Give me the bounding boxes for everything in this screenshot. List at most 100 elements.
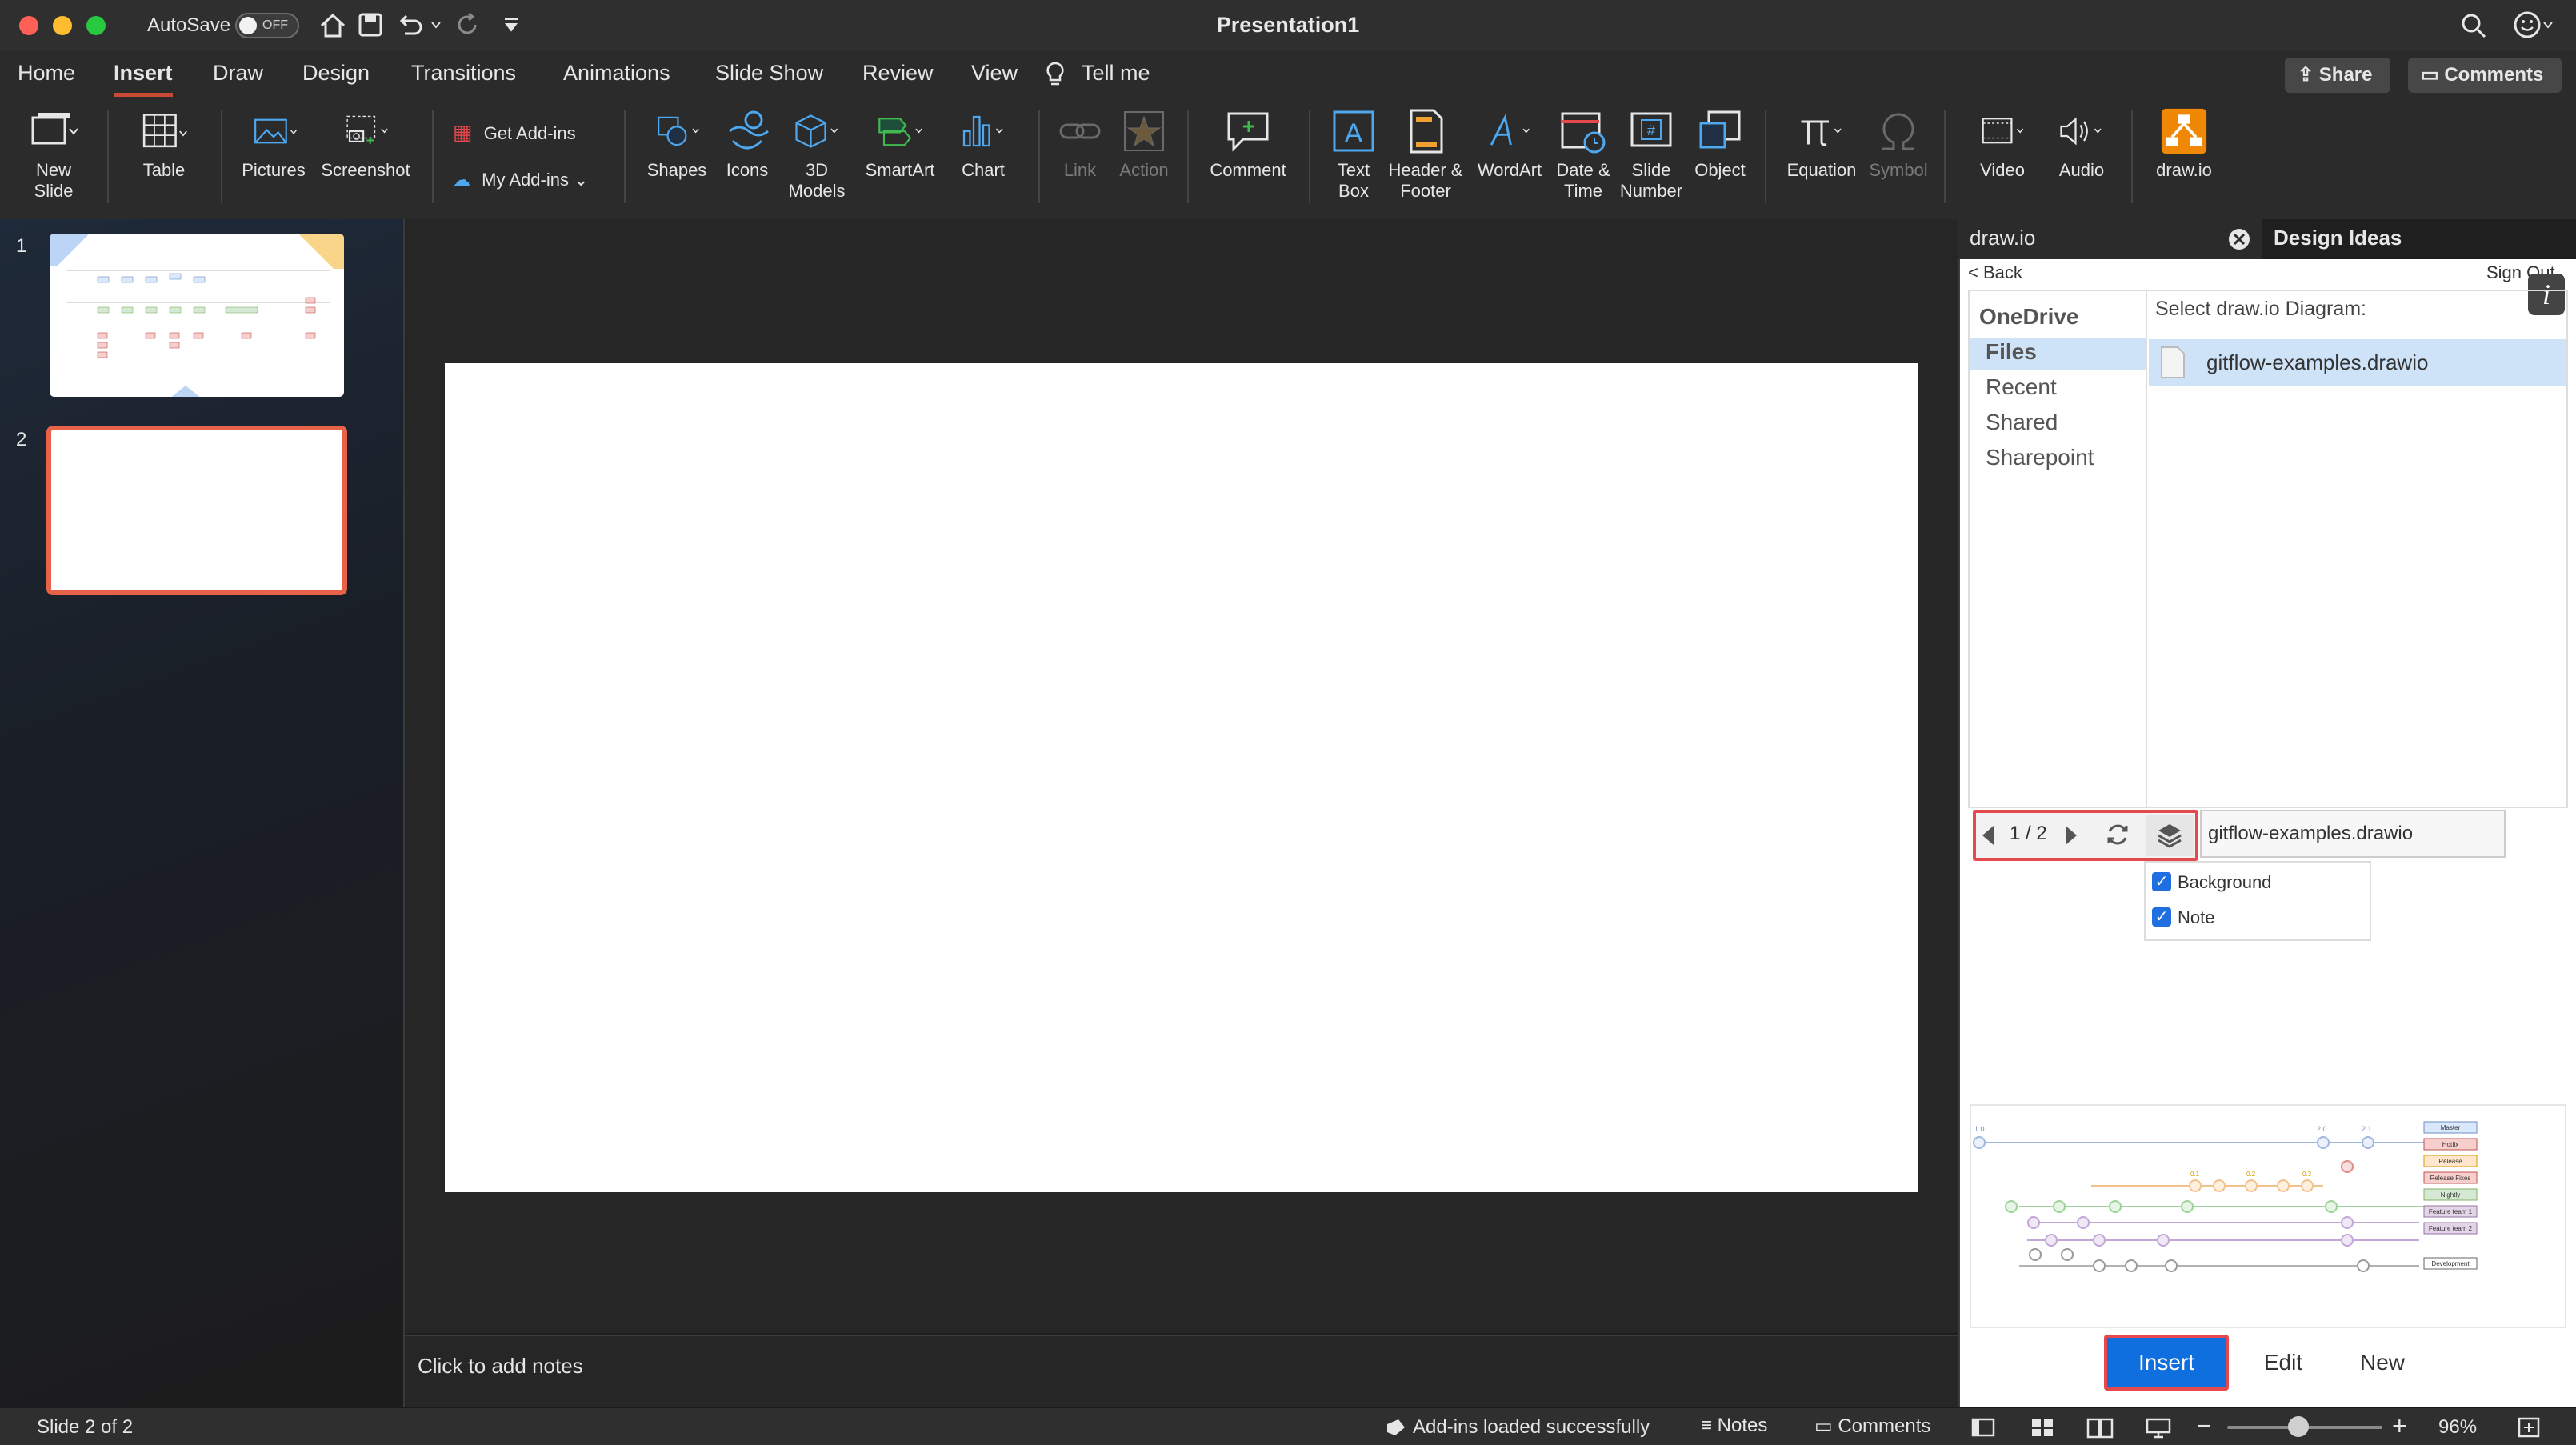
insert-ribbon: New Slide Table Pictures Screenshot ▦ Ge… [0,99,2576,221]
notes-pane[interactable]: Click to add notes [405,1335,1958,1408]
note-layer-label: Note [2178,907,2215,927]
zoom-in-button[interactable]: + [2392,1411,2407,1441]
drawio-addin-button[interactable]: draw.io [2144,107,2224,181]
reading-view-icon[interactable] [2086,1416,2114,1439]
symbol-button[interactable]: Symbol [1862,107,1934,181]
new-button[interactable]: New [2341,1338,2424,1387]
normal-view-icon[interactable] [1971,1416,1995,1439]
back-link[interactable]: < Back [1968,262,2022,283]
search-icon[interactable] [2459,11,2488,40]
date-time-button[interactable]: Date & Time [1547,107,1619,202]
3d-models-button[interactable]: 3D Models [781,107,853,202]
action-button[interactable]: Action [1112,107,1176,181]
link-button[interactable]: Link [1048,107,1112,181]
background-layer-checkbox[interactable]: ✓ [2152,872,2171,891]
tab-design-ideas[interactable]: Design Ideas [2262,219,2576,259]
zoom-out-button[interactable]: − [2197,1413,2211,1440]
tab-review[interactable]: Review [862,61,934,86]
addins-status: Add-ins loaded successfully [1413,1416,1650,1438]
slide-canvas[interactable] [445,363,1918,1192]
icons-button[interactable]: Icons [717,107,778,181]
title-bar: AutoSave OFF Presentation1 [0,0,2576,51]
refresh-icon[interactable] [2104,821,2131,848]
new-slide-button[interactable]: New Slide [18,107,90,202]
close-pane-icon[interactable] [2227,227,2251,251]
separator [221,110,222,203]
file-icon [2161,346,2185,378]
insert-button[interactable]: Insert [2104,1335,2229,1391]
tell-me-input[interactable]: Tell me [1082,61,1150,86]
screenshot-button[interactable]: Screenshot [318,107,413,181]
source-recent[interactable]: Recent [1986,374,2057,400]
text-box-button[interactable]: A Text Box [1322,107,1386,202]
text-box-label-1: Text [1337,160,1370,180]
source-shared[interactable]: Shared [1986,410,2058,435]
layers-button[interactable] [2146,815,2194,856]
tab-insert[interactable]: Insert [114,61,173,97]
page-indicator: 1 / 2 [2010,823,2047,844]
comments-button[interactable]: ▭ Comments [2408,58,2562,93]
next-page-icon[interactable] [2062,824,2080,847]
share-button[interactable]: ⇪ Share [2285,58,2390,93]
file-name: gitflow-examples.drawio [2206,350,2429,374]
edit-button[interactable]: Edit [2245,1338,2322,1387]
get-addins-button[interactable]: ▦ Get Add-ins [453,120,576,145]
tab-view[interactable]: View [971,61,1018,86]
chart-button[interactable]: Chart [947,107,1019,181]
pictures-button[interactable]: Pictures [234,107,314,181]
tab-draw[interactable]: Draw [213,61,263,86]
lightbulb-icon [1046,62,1064,86]
pi-icon [1801,120,1842,146]
legend-label: Development [2431,1260,2470,1267]
screenshot-icon [346,115,388,144]
legend-label: Nightly [2441,1191,2460,1199]
header-footer-button[interactable]: Header & Footer [1386,107,1466,202]
share-icon: ⇪ [2298,64,2319,86]
comments-toggle-button[interactable]: ▭ Comments [1814,1415,1930,1438]
wordart-label: WordArt [1477,160,1542,180]
notes-toggle-button[interactable]: ≡ Notes [1701,1415,1767,1437]
slide-thumbnail-2[interactable] [46,426,347,595]
smiley-feedback-icon[interactable] [2512,10,2554,40]
my-addins-button[interactable]: ☁ My Add-ins ⌄ [453,170,589,190]
smartart-button[interactable]: SmartArt [856,107,944,181]
tab-slide-show[interactable]: Slide Show [715,61,823,86]
equation-button[interactable]: Equation [1778,107,1866,181]
header-footer-label-2: Footer [1400,181,1451,201]
shapes-button[interactable]: Shapes [637,107,717,181]
tab-design[interactable]: Design [302,61,370,86]
share-label: Share [2318,64,2373,86]
slide-thumbnail-1[interactable] [50,234,344,397]
source-onedrive[interactable]: OneDrive [1979,304,2079,330]
video-button[interactable]: Video [1960,107,2045,181]
slide-number-icon: # [1630,112,1672,147]
tab-transitions[interactable]: Transitions [411,61,516,86]
file-row-selected[interactable]: gitflow-examples.drawio [2149,339,2566,386]
wordart-button[interactable]: WordArt [1469,107,1550,181]
preview-label: 0.3 [2302,1171,2312,1178]
source-files[interactable]: Files [1986,339,2037,365]
note-layer-checkbox[interactable]: ✓ [2152,907,2171,927]
zoom-slider-handle[interactable] [2288,1416,2309,1437]
previous-page-icon[interactable] [1979,824,1997,847]
slide-number-button[interactable]: # Slide Number [1618,107,1685,202]
object-button[interactable]: Object [1686,107,1754,181]
comment-button[interactable]: Comment [1200,107,1296,181]
table-button[interactable]: Table [120,107,208,181]
gitflow-preview-diagram: 1.0 2.0 2.1 0.1 0.2 0.3 Master Hotfix Rele… [1973,1121,2478,1272]
audio-button[interactable]: Audio [2043,107,2120,181]
separator [1309,110,1310,203]
tab-drawio[interactable]: draw.io [1970,226,2035,250]
preview-label: 0.1 [2190,1171,2200,1178]
slide-sorter-icon[interactable] [2030,1416,2054,1439]
slideshow-view-icon[interactable] [2146,1416,2171,1439]
filename-field-value: gitflow-examples.drawio [2208,823,2414,844]
comment-label: Comment [1210,160,1286,180]
fit-to-window-icon[interactable] [2517,1416,2541,1439]
object-label: Object [1694,160,1746,180]
tab-home[interactable]: Home [18,61,75,86]
zoom-level[interactable]: 96% [2438,1416,2477,1439]
filename-field[interactable]: gitflow-examples.drawio [2200,810,2506,858]
tab-animations[interactable]: Animations [563,61,670,86]
source-sharepoint[interactable]: Sharepoint [1986,445,2094,470]
